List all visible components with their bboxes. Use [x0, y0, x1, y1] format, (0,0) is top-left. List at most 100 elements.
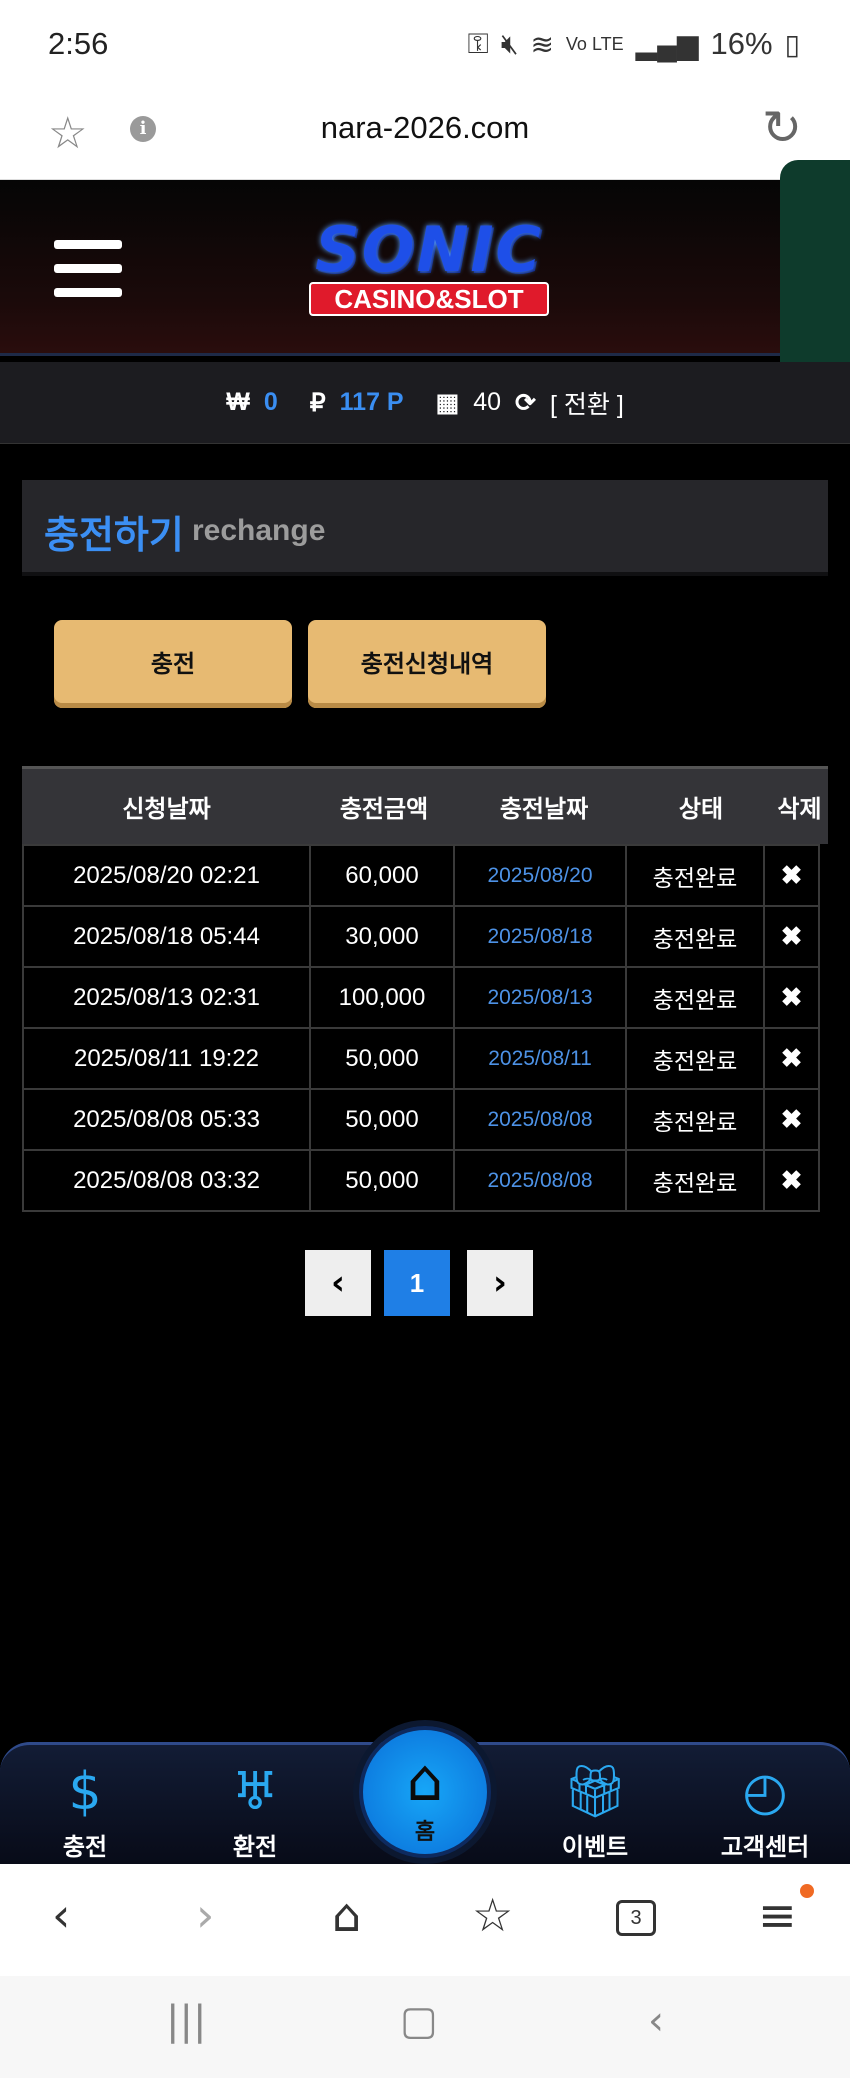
request-date-cell: 2025/08/13 02:31 — [22, 966, 311, 1029]
table-row: 2025/08/08 03:32 50,000 2025/08/08 충전완료 … — [22, 1149, 828, 1212]
request-date-cell: 2025/08/18 05:44 — [22, 905, 311, 968]
delete-icon[interactable]: ✖ — [763, 844, 820, 907]
home-icon: ⌂ — [406, 1746, 444, 1814]
nav-charge[interactable]: $ 충전 — [10, 1763, 160, 1862]
status-cell: 충전완료 — [625, 905, 765, 968]
table-header: 신청날짜 충전금액 충전날짜 상태 삭제 — [22, 766, 828, 844]
page-subtitle: rechange — [192, 514, 326, 547]
won-icon: ₩ — [226, 388, 250, 416]
request-date-cell: 2025/08/11 19:22 — [22, 1027, 311, 1090]
browser-url-bar: ☆ i nara-2026.com ↻ — [0, 92, 850, 180]
ticket-icon: ▦ — [435, 388, 460, 417]
page-title: 충전하기 — [44, 513, 184, 557]
status-bar: 2:56 ⚿ 🔇︎ ≋ Vo LTE ▂▄▆ 16% ▯ — [0, 0, 850, 92]
back-system-icon[interactable]: ‹ — [648, 1998, 664, 2044]
header-amount: 충전금액 — [339, 795, 429, 823]
ticket-balance: 40 — [473, 388, 502, 416]
table-row: 2025/08/11 19:22 50,000 2025/08/11 충전완료 … — [22, 1027, 828, 1090]
request-date-cell: 2025/08/08 05:33 — [22, 1088, 311, 1151]
header-status: 상태 — [678, 795, 724, 823]
charge-history-button[interactable]: 충전신청내역 — [308, 620, 546, 708]
won-balance: 0 — [263, 388, 278, 416]
point-icon: ₽ — [309, 388, 326, 417]
nav-exchange-label: 환전 — [232, 1833, 278, 1861]
table-row: 2025/08/13 02:31 100,000 2025/08/13 충전완료… — [22, 966, 828, 1029]
nav-support[interactable]: ◴ 고객센터 — [690, 1763, 840, 1862]
status-time: 2:56 — [48, 26, 109, 61]
amount-cell: 100,000 — [309, 966, 455, 1029]
delete-icon[interactable]: ✖ — [763, 966, 820, 1029]
header-delete: 삭제 — [777, 795, 822, 823]
page-title-panel: 충전하기 rechange — [22, 480, 828, 576]
browser-toolbar: ‹ › ⌂ ☆ 3 ≡ — [0, 1864, 850, 1976]
header-request-date: 신청날짜 — [122, 795, 211, 823]
amount-cell: 50,000 — [309, 1149, 455, 1212]
bookmarks-icon[interactable]: ☆ — [472, 1888, 513, 1942]
recents-icon[interactable]: ||| — [166, 1998, 206, 2044]
request-date-cell: 2025/08/20 02:21 — [22, 844, 311, 907]
logo-sub: CASINO&SLOT — [309, 282, 549, 316]
support-24-icon: ◴ — [742, 1762, 788, 1822]
gift-icon: 🎁︎ — [561, 1762, 628, 1822]
mute-icon: 🔇︎ — [500, 27, 519, 59]
lte-icon: Vo LTE — [565, 33, 624, 54]
nav-exchange[interactable]: ♅ 환전 — [180, 1763, 330, 1862]
nav-home[interactable]: ⌂ 홈 — [359, 1726, 491, 1858]
nav-support-label: 고객센터 — [720, 1833, 810, 1861]
charge-date-cell: 2025/08/08 — [453, 1149, 627, 1212]
charge-date-cell: 2025/08/11 — [453, 1027, 627, 1090]
deposit-icon: $ — [68, 1762, 102, 1822]
forward-icon[interactable]: › — [196, 1888, 214, 1942]
table-row: 2025/08/20 02:21 60,000 2025/08/20 충전완료 … — [22, 844, 828, 907]
nav-home-label: 홈 — [414, 1820, 436, 1845]
delete-icon[interactable]: ✖ — [763, 905, 820, 968]
site-header: SONIC CASINO&SLOT — [0, 180, 850, 356]
point-balance: 117 P — [339, 388, 404, 416]
reload-icon[interactable]: ↻ — [762, 100, 802, 156]
nav-event[interactable]: 🎁︎ 이벤트 — [520, 1763, 670, 1862]
status-cell: 충전완료 — [625, 1088, 765, 1151]
home-browser-icon[interactable]: ⌂ — [332, 1888, 361, 1942]
status-cell: 충전완료 — [625, 966, 765, 1029]
nav-charge-label: 충전 — [62, 1833, 108, 1861]
delete-icon[interactable]: ✖ — [763, 1149, 820, 1212]
battery-icon: ▯ — [784, 28, 800, 60]
key-icon: ⚿ — [467, 27, 489, 59]
amount-cell: 60,000 — [309, 844, 455, 907]
system-nav: ||| ▢ ‹ — [0, 1976, 850, 2078]
menu-icon[interactable]: ≡ — [758, 1888, 797, 1942]
home-system-icon[interactable]: ▢ — [400, 1998, 438, 2044]
amount-cell: 50,000 — [309, 1088, 455, 1151]
page-1-button[interactable]: 1 — [384, 1250, 450, 1316]
prev-page-button[interactable]: ‹ — [305, 1250, 371, 1316]
back-icon[interactable]: ‹ — [52, 1888, 70, 1942]
charge-button[interactable]: 충전 — [54, 620, 292, 708]
signal-icon: ▂▄▆ — [635, 28, 699, 60]
charge-date-cell: 2025/08/08 — [453, 1088, 627, 1151]
site-logo[interactable]: SONIC CASINO&SLOT — [284, 218, 574, 318]
tabs-icon[interactable]: 3 — [616, 1900, 656, 1936]
logo-main: SONIC — [315, 213, 543, 286]
delete-icon[interactable]: ✖ — [763, 1027, 820, 1090]
hamburger-icon[interactable] — [54, 240, 122, 298]
status-icons: ⚿ 🔇︎ ≋ Vo LTE ▂▄▆ 16% ▯ — [468, 26, 801, 62]
url-text[interactable]: nara-2026.com — [0, 110, 850, 146]
nav-event-label: 이벤트 — [561, 1833, 629, 1861]
refresh-icon[interactable]: ⟳ — [515, 388, 536, 418]
amount-cell: 50,000 — [309, 1027, 455, 1090]
status-cell: 충전완료 — [625, 1149, 765, 1212]
delete-icon[interactable]: ✖ — [763, 1088, 820, 1151]
next-page-button[interactable]: › — [467, 1250, 533, 1316]
status-cell: 충전완료 — [625, 1027, 765, 1090]
balance-bar: ₩ 0 ₽ 117 P ▦ 40 ⟳ [ 전환 ] — [0, 362, 850, 444]
charge-history-table: 신청날짜 충전금액 충전날짜 상태 삭제 2025/08/20 02:21 60… — [22, 766, 828, 1212]
charge-date-cell: 2025/08/20 — [453, 844, 627, 907]
charge-date-cell: 2025/08/13 — [453, 966, 627, 1029]
notification-dot — [800, 1884, 814, 1898]
convert-button[interactable]: [ 전환 ] — [550, 385, 624, 421]
table-row: 2025/08/08 05:33 50,000 2025/08/08 충전완료 … — [22, 1088, 828, 1151]
status-cell: 충전완료 — [625, 844, 765, 907]
table-row: 2025/08/18 05:44 30,000 2025/08/18 충전완료 … — [22, 905, 828, 968]
wifi-icon: ≋ — [530, 28, 554, 60]
charge-date-cell: 2025/08/18 — [453, 905, 627, 968]
